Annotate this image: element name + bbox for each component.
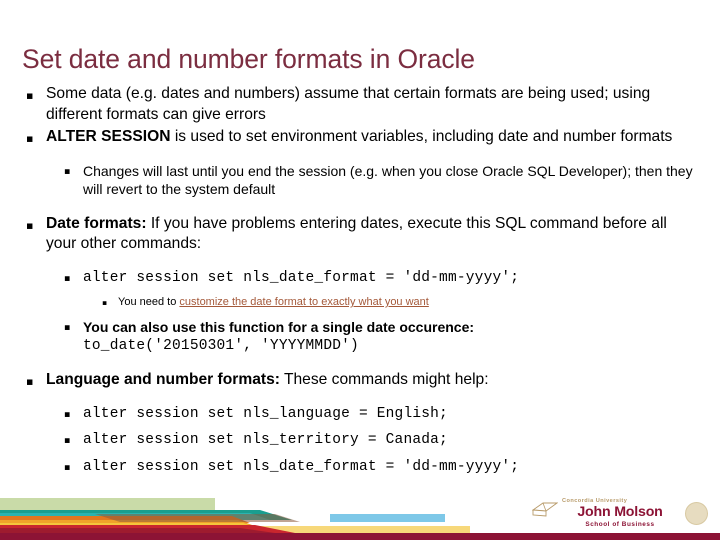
bullet-marker-icon: ▪ (64, 435, 71, 446)
code-text: alter session set nls_language = English… (83, 405, 448, 422)
bullet-text: You can also use this function for a sin… (83, 318, 720, 355)
bullet-marker-icon: ▪ (64, 272, 71, 284)
logo-text-block: Concordia University John Molson School … (554, 498, 686, 529)
decorative-ribbon-graphic (0, 498, 470, 534)
bullet-item: ▪ You need to customize the date format … (102, 295, 720, 310)
bullet-text: Language and number formats: These comma… (46, 370, 720, 391)
code-text: to_date('20150301', 'YYYYMMDD') (83, 337, 359, 354)
bullet-lead: You can also use this function for a sin… (83, 319, 475, 335)
customize-date-format-link[interactable]: customize the date format to exactly wha… (179, 296, 428, 308)
bullet-text: You need to customize the date format to… (118, 295, 720, 310)
bullet-item: ▪ Changes will last until you end the se… (64, 162, 720, 199)
bullet-marker-icon: ▪ (26, 218, 34, 232)
bullet-marker-icon: ▪ (102, 298, 108, 307)
link-prefix: You need to (118, 296, 180, 308)
bullet-rest: is used to set environment variables, in… (170, 128, 673, 145)
bullet-text: Some data (e.g. dates and numbers) assum… (46, 85, 651, 123)
bullet-rest: These commands might help: (279, 371, 489, 388)
bullet-item-code: ▪ alter session set nls_language = Engli… (64, 405, 720, 424)
bullet-marker-icon: ▪ (64, 461, 71, 473)
john-molson-logo: Concordia University John Molson School … (532, 498, 712, 532)
code-text: alter session set nls_territory = Canada… (83, 432, 448, 448)
code-text: alter session set nls_date_format = 'dd-… (83, 269, 520, 286)
bullet-emphasis: Language and number formats: (46, 371, 280, 388)
slide-footer: Concordia University John Molson School … (0, 496, 720, 540)
slide-body: ▪ Some data (e.g. dates and numbers) ass… (0, 84, 720, 477)
bullet-item: ▪ You can also use this function for a s… (64, 318, 720, 355)
page-title: Set date and number formats in Oracle (22, 43, 475, 74)
bullet-marker-icon: ▪ (26, 132, 34, 145)
bullet-text: Changes will last until you end the sess… (83, 162, 693, 198)
bullet-text: ALTER SESSION is used to set environment… (46, 127, 720, 148)
bullet-marker-icon: ▪ (64, 165, 71, 177)
bullet-text: Date formats: If you have problems enter… (46, 214, 720, 255)
code-text: alter session set nls_date_format = 'dd-… (83, 458, 520, 475)
bullet-item-code: ▪ alter session set nls_date_format = 'd… (64, 269, 720, 288)
bullet-item-code: ▪ alter session set nls_territory = Cana… (64, 431, 720, 450)
bullet-item: ▪ Language and number formats: These com… (26, 370, 720, 391)
bullet-item-code: ▪ alter session set nls_date_format = 'd… (64, 458, 720, 477)
bullet-marker-icon: ▪ (26, 375, 34, 388)
bullet-item: ▪ Date formats: If you have problems ent… (26, 214, 720, 255)
logo-school-name: John Molson (577, 504, 663, 520)
bullet-marker-icon: ▪ (64, 408, 71, 420)
bullet-marker-icon: ▪ (64, 322, 71, 333)
university-seal-icon (685, 502, 708, 525)
bullet-emphasis: Date formats: (46, 214, 147, 232)
bullet-item: ▪ ALTER SESSION is used to set environme… (26, 127, 720, 148)
bullet-item: ▪ Some data (e.g. dates and numbers) ass… (26, 84, 720, 125)
logo-school-subtitle: School of Business (585, 521, 655, 528)
slide: Set date and number formats in Oracle ▪ … (0, 0, 720, 540)
bullet-emphasis: ALTER SESSION (46, 128, 171, 145)
bullet-marker-icon: ▪ (26, 89, 34, 102)
footer-accent-bar (0, 533, 720, 540)
